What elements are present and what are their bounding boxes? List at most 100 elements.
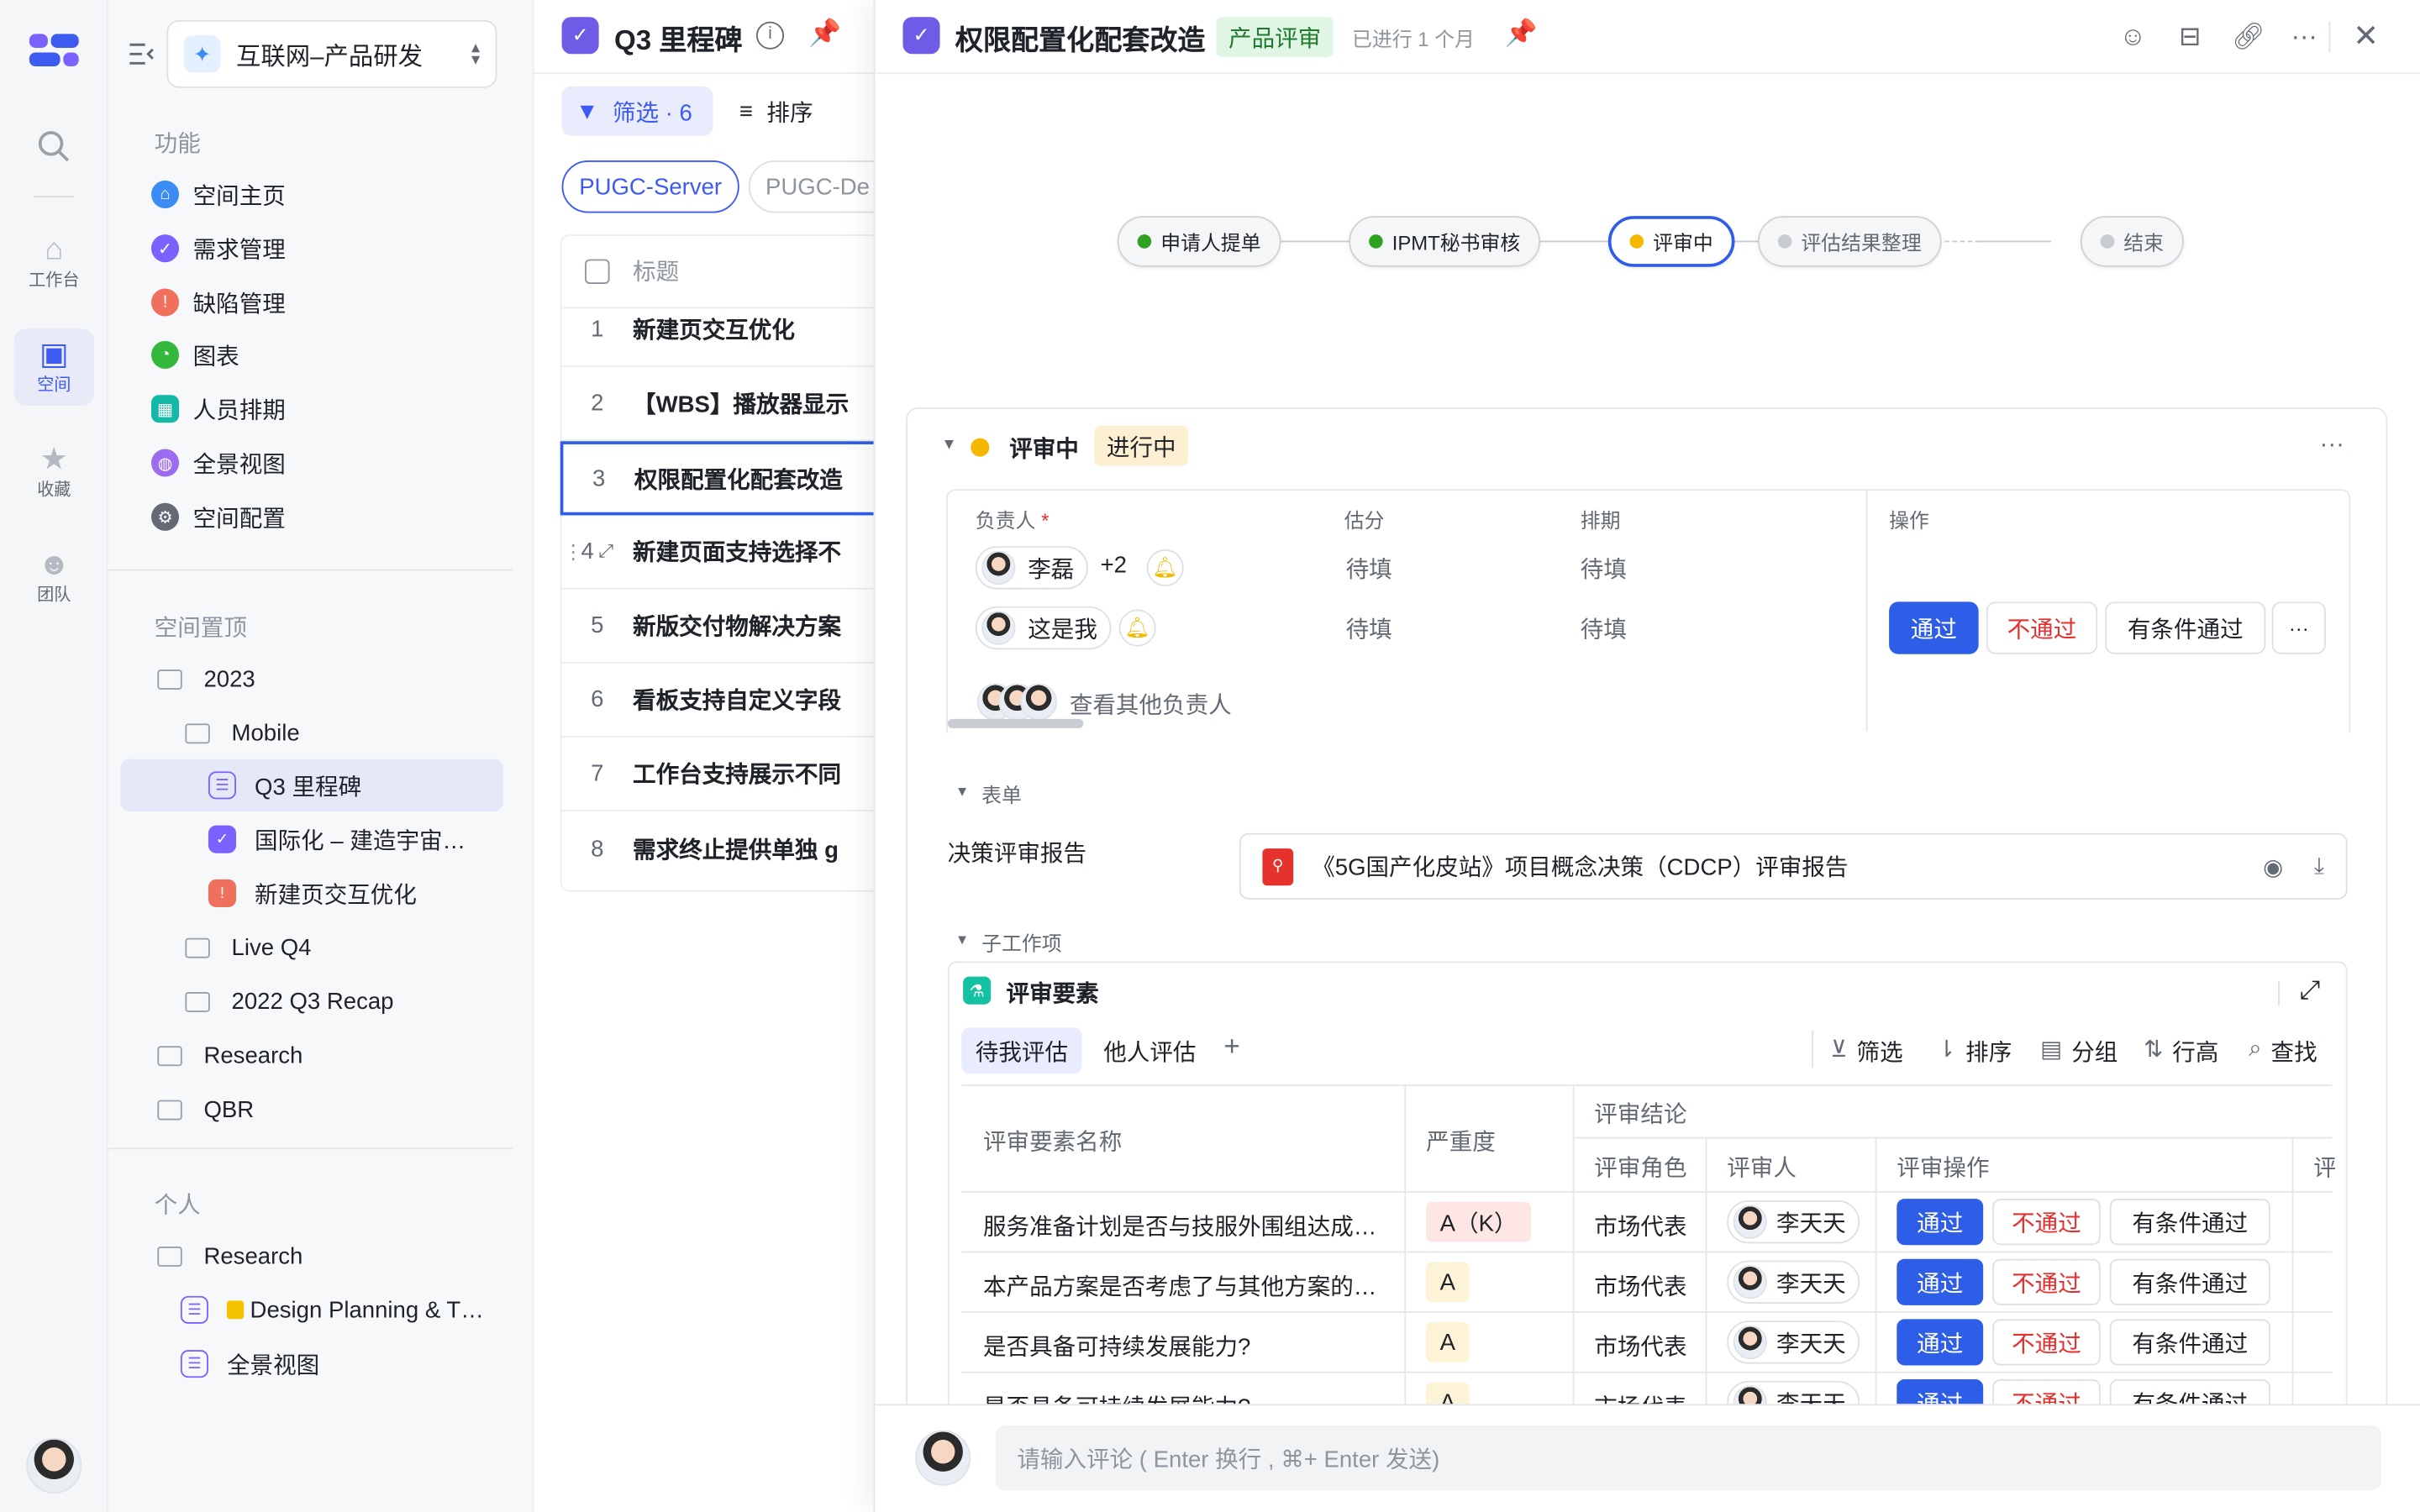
conditional-pass-button[interactable]: 有条件通过 [2109,1258,2270,1305]
reviewer-chip[interactable]: 李天天 [1727,1260,1860,1305]
list-row[interactable]: 6 看板支持自定义字段 [561,664,886,738]
sort-button[interactable]: ≡ 排序 [739,87,813,136]
flow-node-reviewing[interactable]: 评审中 [1607,216,1735,267]
close-icon[interactable]: ✕ [2350,22,2381,53]
fullscreen-icon[interactable]: ⤢ [2300,975,2321,1006]
fail-button[interactable]: 不通过 [1992,1319,2101,1366]
bookmark-icon[interactable]: ⊟ [2175,22,2206,53]
horizontal-scrollbar[interactable] [947,718,1084,728]
drag-handle-icon[interactable]: ⋮⋮ [562,539,584,564]
tool-search[interactable]: ⌕ 查找 [2249,1035,2317,1068]
conditional-pass-button[interactable]: 有条件通过 [2109,1199,2270,1246]
conditional-pass-button[interactable]: 有条件通过 [2105,601,2266,654]
reviewer-chip[interactable]: 李天天 [1727,1320,1860,1364]
pass-button[interactable]: 通过 [1897,1319,1984,1366]
filter-button[interactable]: ▼ 筛选 · 6 [561,86,713,136]
bell-icon[interactable]: 🔔︎ [1118,609,1156,647]
flow-node-summary[interactable]: 评估结果整理 [1758,216,1942,267]
pass-button[interactable]: 通过 [1889,601,1979,654]
score-value[interactable]: 待填 [1346,553,1392,585]
schedule-value[interactable]: 待填 [1581,553,1627,585]
flow-node-submit[interactable]: 申请人提单 [1117,216,1281,267]
tree-item-design-planning[interactable]: ☰ Design Planning & T… [180,1284,564,1336]
nav-item-panorama[interactable]: ◍ 全景视图 [150,437,534,489]
conditional-pass-button[interactable]: 有条件通过 [2109,1319,2270,1366]
tree-folder-mobile[interactable]: Mobile [185,706,568,759]
fail-button[interactable]: 不通过 [1992,1258,2101,1305]
nav-item-charts[interactable]: ◔ 图表 [150,328,534,381]
tab-my-evaluations[interactable]: 待我评估 [961,1027,1082,1074]
tree-folder-2023[interactable]: 2023 [157,653,540,705]
flow-node-ipmt[interactable]: IPMT秘书审核 [1349,216,1541,267]
pass-button[interactable]: 通过 [1897,1258,1984,1305]
chip-pugc-server[interactable]: PUGC-Server [561,160,739,213]
tree-folder-qbr[interactable]: QBR [157,1083,540,1135]
collapse-caret-icon[interactable]: ▼ [941,437,956,454]
expand-icon[interactable]: ⤢ [598,540,613,564]
tool-group[interactable]: ▤ 分组 [2040,1035,2118,1068]
list-row[interactable]: 5 新版交付物解决方案 [561,590,886,664]
tree-folder-personal-research[interactable]: Research [157,1230,540,1282]
pin-icon[interactable]: 📌 [808,18,841,50]
pass-button[interactable]: 通过 [1897,1199,1984,1246]
tool-sort[interactable]: ⇂ 排序 [1937,1035,2012,1068]
schedule-value[interactable]: 待填 [1581,612,1627,645]
tree-folder-live-q4[interactable]: Live Q4 [185,921,568,974]
nav-item-space-home[interactable]: ⌂ 空间主页 [150,168,534,220]
comment-add-icon[interactable]: ☺ [2118,22,2149,53]
fail-button[interactable]: 不通过 [1992,1199,2101,1246]
bell-icon[interactable]: 🔔︎ [1146,549,1184,586]
flow-node-end[interactable]: 结束 [2080,216,2184,267]
nav-item-scheduling[interactable]: ▦ 人员排期 [150,383,534,435]
tree-folder-2022-recap[interactable]: 2022 Q3 Recap [185,975,568,1027]
comment-input[interactable]: 请输入评论 ( Enter 换行 , ⌘+ Enter 发送) [995,1425,2382,1491]
tab-others-evaluations[interactable]: 他人评估 [1103,1035,1196,1068]
add-tab-icon[interactable]: + [1224,1031,1240,1063]
list-row[interactable]: 7 工作台支持展示不同 [561,738,886,812]
collapse-caret-icon[interactable]: ▼ [955,784,969,799]
assignee-chip[interactable]: 李磊 [975,546,1088,590]
list-row-selected[interactable]: 3 权限配置化配套改造 [560,441,885,516]
list-row[interactable]: 8 需求终止提供单独 g [562,811,886,885]
user-avatar[interactable] [26,1437,82,1494]
assignee-extra-count[interactable]: +2 [1101,553,1127,579]
view-other-assignees-link[interactable]: 查看其他负责人 [1070,688,1232,721]
reviewer-chip[interactable]: 李天天 [1727,1380,1860,1404]
conditional-pass-button[interactable]: 有条件通过 [2109,1379,2270,1404]
download-icon[interactable]: ⤓ [2314,853,2324,879]
tree-item-q3-milestone[interactable]: ☰ Q3 里程碑 [120,759,503,812]
rail-item-team[interactable]: ☻ 团队 [14,538,95,616]
pin-icon[interactable]: 📌 [1505,18,1538,50]
preview-eye-icon[interactable]: ◉ [2263,853,2283,880]
cell-element-name[interactable]: 是否具备可持续发展能力? [983,1330,1387,1362]
rail-item-space[interactable]: ▣ 空间 [13,328,95,407]
select-all-checkbox[interactable] [585,258,610,284]
more-actions-button[interactable]: ··· [2271,601,2326,654]
pass-button[interactable]: 通过 [1897,1379,1984,1404]
assignee-chip[interactable]: 这是我 [975,606,1112,650]
collapse-caret-icon[interactable]: ▼ [955,932,969,947]
rail-item-favorites[interactable]: ★ 收藏 [14,433,95,511]
list-row[interactable]: 2 【WBS】播放器显示 [561,367,886,442]
reviewer-chip[interactable]: 李天天 [1727,1200,1860,1244]
score-value[interactable]: 待填 [1346,612,1392,645]
nav-item-space-settings[interactable]: ⚙ 空间配置 [150,491,534,543]
tree-item-panorama[interactable]: ☰ 全景视图 [180,1337,564,1389]
tree-folder-research[interactable]: Research [157,1029,540,1081]
fail-button[interactable]: 不通过 [1992,1379,2101,1404]
workspace-switcher[interactable]: ✦ 互联网–产品研发 ▴ ▾ [166,19,497,88]
collapse-sidebar-icon[interactable] [129,43,154,65]
nav-item-bugs[interactable]: ! 缺陷管理 [150,276,534,328]
list-row[interactable]: ⋮⋮4⤢新建页面支持选择不 [561,515,886,590]
tool-filter[interactable]: ⊻ 筛选 [1830,1035,1902,1068]
nav-item-requirements[interactable]: ✓ 需求管理 [150,222,534,274]
info-icon[interactable]: i [755,21,785,50]
cell-element-name[interactable]: 服务准备计划是否与技服外围组达成… [983,1210,1387,1242]
more-icon[interactable]: ··· [2289,22,2320,53]
cell-element-name[interactable]: 本产品方案是否考虑了与其他方案的… [983,1270,1387,1303]
list-row[interactable]: 1 新建页交互优化 [561,293,886,368]
attachment-card[interactable]: ⚲ 《5G国产化皮站》项目概念决策（CDCP）评审报告 ◉ ⤓ [1239,832,2348,900]
cell-element-name[interactable]: 是否具备可持续发展能力? [983,1390,1387,1404]
tool-row-height[interactable]: ⇅ 行高 [2144,1035,2218,1068]
rail-item-workbench[interactable]: ⌂ 工作台 [14,223,95,301]
